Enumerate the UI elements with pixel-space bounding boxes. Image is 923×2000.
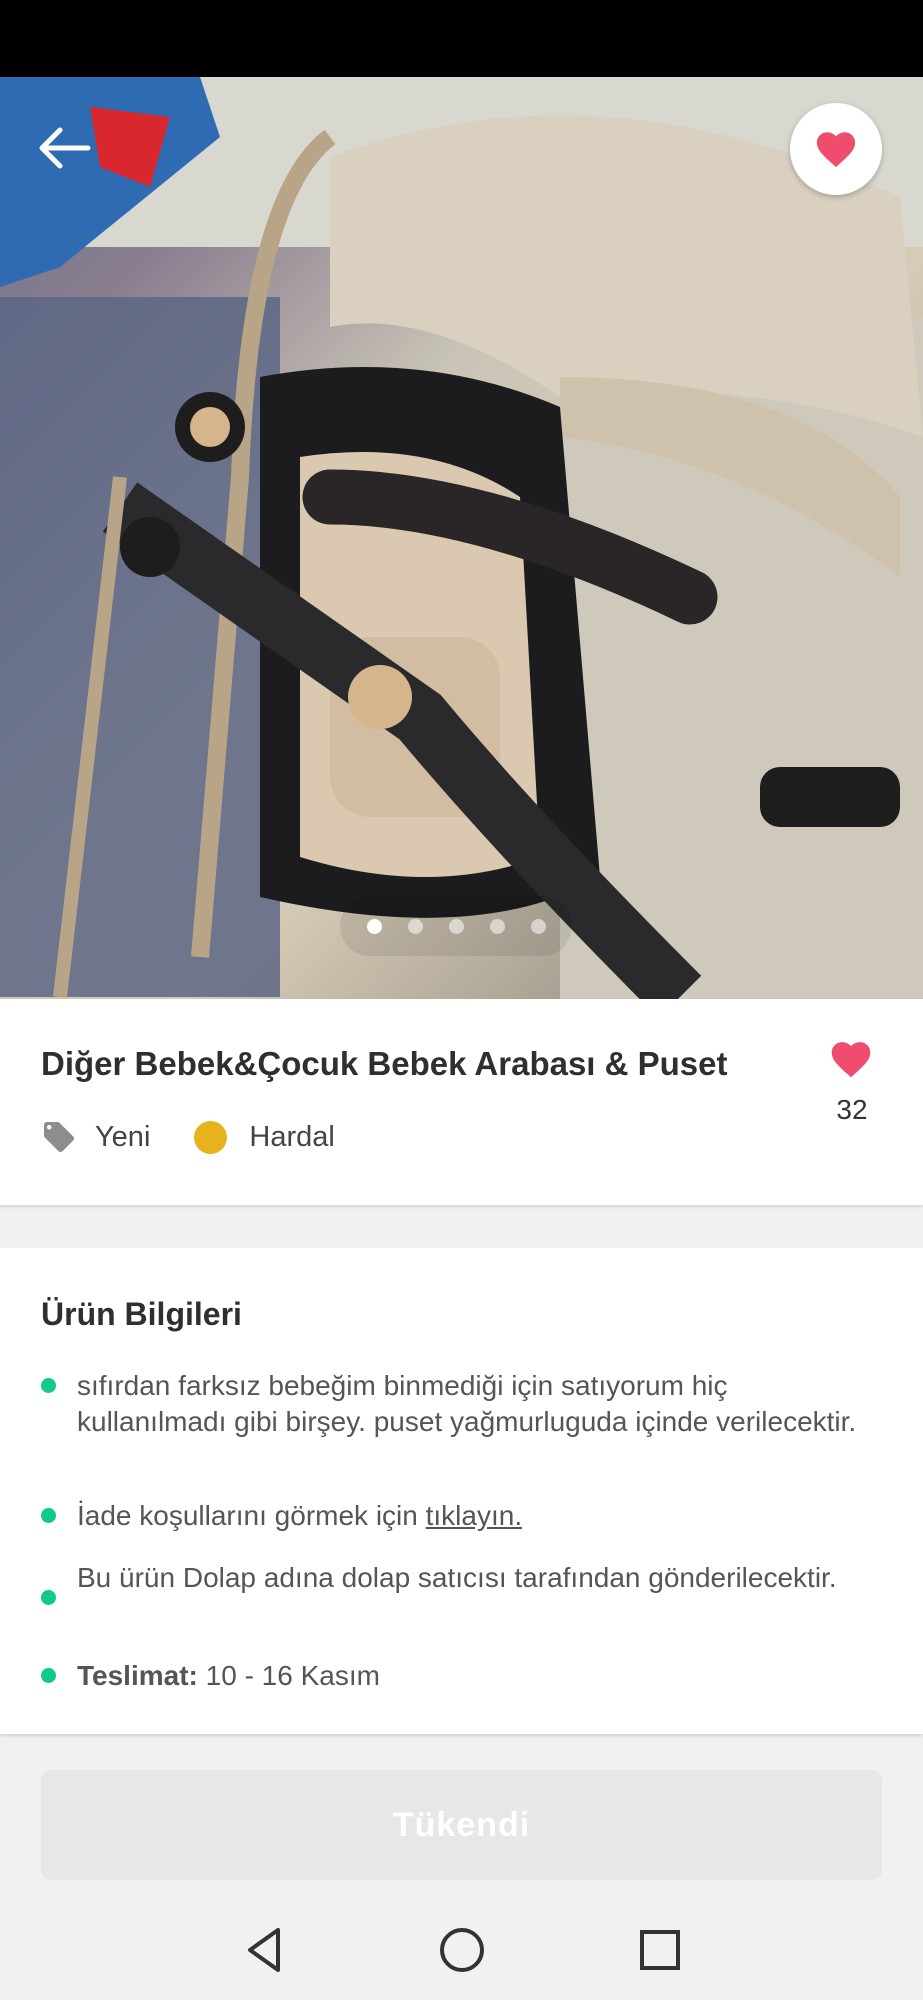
nav-recents-icon[interactable]: [630, 1920, 690, 1980]
pagination-dot-3[interactable]: [448, 918, 464, 934]
description-text: sıfırdan farksız bebeğim binmediği için …: [77, 1370, 857, 1437]
bullet-dot: [41, 1668, 56, 1683]
like-count: 32: [836, 1094, 868, 1125]
nav-back-icon[interactable]: [234, 1920, 294, 1980]
bullet-dot: [41, 1508, 56, 1523]
pagination-dot-2[interactable]: [407, 918, 423, 934]
delivery-value: 10 - 16 Kasım: [197, 1660, 380, 1691]
heart-icon: [816, 132, 856, 168]
pagination-dot-4[interactable]: [489, 918, 505, 934]
delivery-text: Teslimat: 10 - 16 Kasım: [77, 1658, 857, 1694]
bullet-dot: [41, 1590, 56, 1605]
product-image[interactable]: [0, 77, 923, 999]
back-button[interactable]: [28, 112, 100, 184]
stroller-photo: [0, 77, 923, 999]
product-info-card: Ürün Bilgileri sıfırdan farksız bebeğim …: [0, 1248, 923, 1734]
status-bar: [0, 0, 923, 77]
delivery-label: Teslimat:: [77, 1660, 198, 1691]
pagination-dot-5[interactable]: [530, 918, 546, 934]
color-swatch: [194, 1120, 228, 1154]
condition-label: Yeni: [95, 1120, 151, 1153]
like-heart-icon[interactable]: [829, 1037, 873, 1081]
back-arrow-icon: [39, 127, 91, 169]
return-policy-link[interactable]: tıklayın.: [426, 1500, 522, 1531]
color-label: Hardal: [249, 1120, 335, 1153]
nav-home-icon[interactable]: [432, 1920, 492, 1980]
product-title: Diğer Bebek&Çocuk Bebek Arabası & Puset: [41, 1045, 728, 1082]
bullet-dot: [41, 1378, 56, 1393]
tag-icon: [44, 1122, 74, 1152]
image-pagination: [340, 896, 572, 956]
shipping-note: Bu ürün Dolap adına dolap satıcısı taraf…: [77, 1562, 837, 1593]
favorite-button[interactable]: [790, 103, 882, 195]
pagination-dot-1[interactable]: [366, 918, 382, 934]
info-heading: Ürün Bilgileri: [41, 1296, 242, 1332]
product-header-card: Diğer Bebek&Çocuk Bebek Arabası & Puset …: [0, 999, 923, 1205]
android-nav-bar: [0, 1900, 923, 2000]
sold-out-button[interactable]: Tükendi: [41, 1770, 882, 1880]
return-text: İade koşullarını görmek için: [77, 1500, 426, 1531]
product-attributes: Yeni Hardal: [41, 1114, 335, 1160]
return-policy-text: İade koşullarını görmek için tıklayın.: [77, 1498, 857, 1534]
